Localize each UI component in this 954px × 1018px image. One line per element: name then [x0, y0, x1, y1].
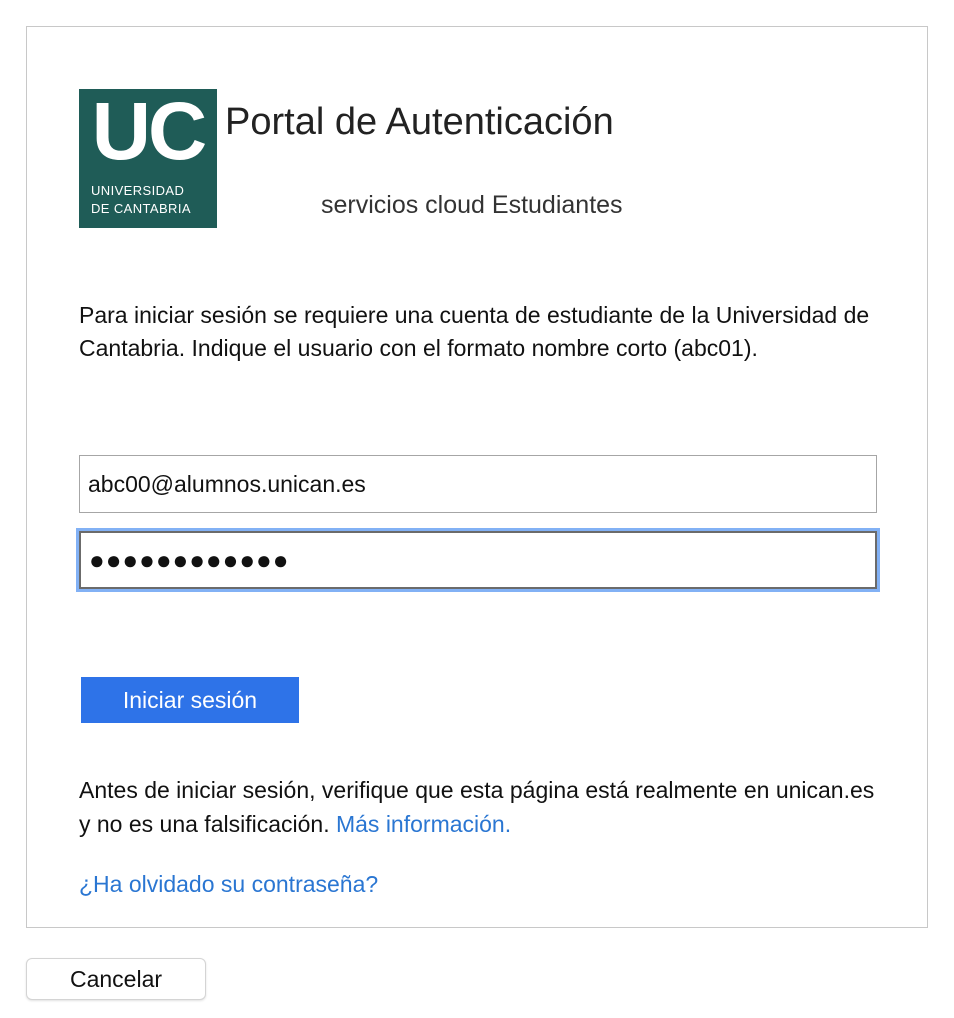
- sign-in-button[interactable]: Iniciar sesión: [81, 677, 299, 723]
- logo-line-1: UNIVERSIDAD: [91, 183, 185, 198]
- logo-mark: UC: [91, 86, 207, 177]
- security-notice: Antes de iniciar sesión, verifique que e…: [79, 773, 879, 841]
- password-input[interactable]: [79, 531, 877, 589]
- username-input[interactable]: [79, 455, 877, 513]
- intro-text: Para iniciar sesión se requiere una cuen…: [79, 302, 870, 361]
- logo-line-2: DE CANTABRIA: [91, 201, 191, 216]
- auth-panel: UC UNIVERSIDAD DE CANTABRIA Portal de Au…: [26, 26, 928, 928]
- page-subtitle: servicios cloud Estudiantes: [321, 191, 623, 219]
- cancel-button[interactable]: Cancelar: [26, 958, 206, 1000]
- more-info-link[interactable]: Más información.: [336, 811, 511, 837]
- page-title: Portal de Autenticación: [225, 101, 614, 143]
- forgot-password-link[interactable]: ¿Ha olvidado su contraseña?: [79, 871, 378, 898]
- university-logo: UC UNIVERSIDAD DE CANTABRIA: [79, 89, 217, 228]
